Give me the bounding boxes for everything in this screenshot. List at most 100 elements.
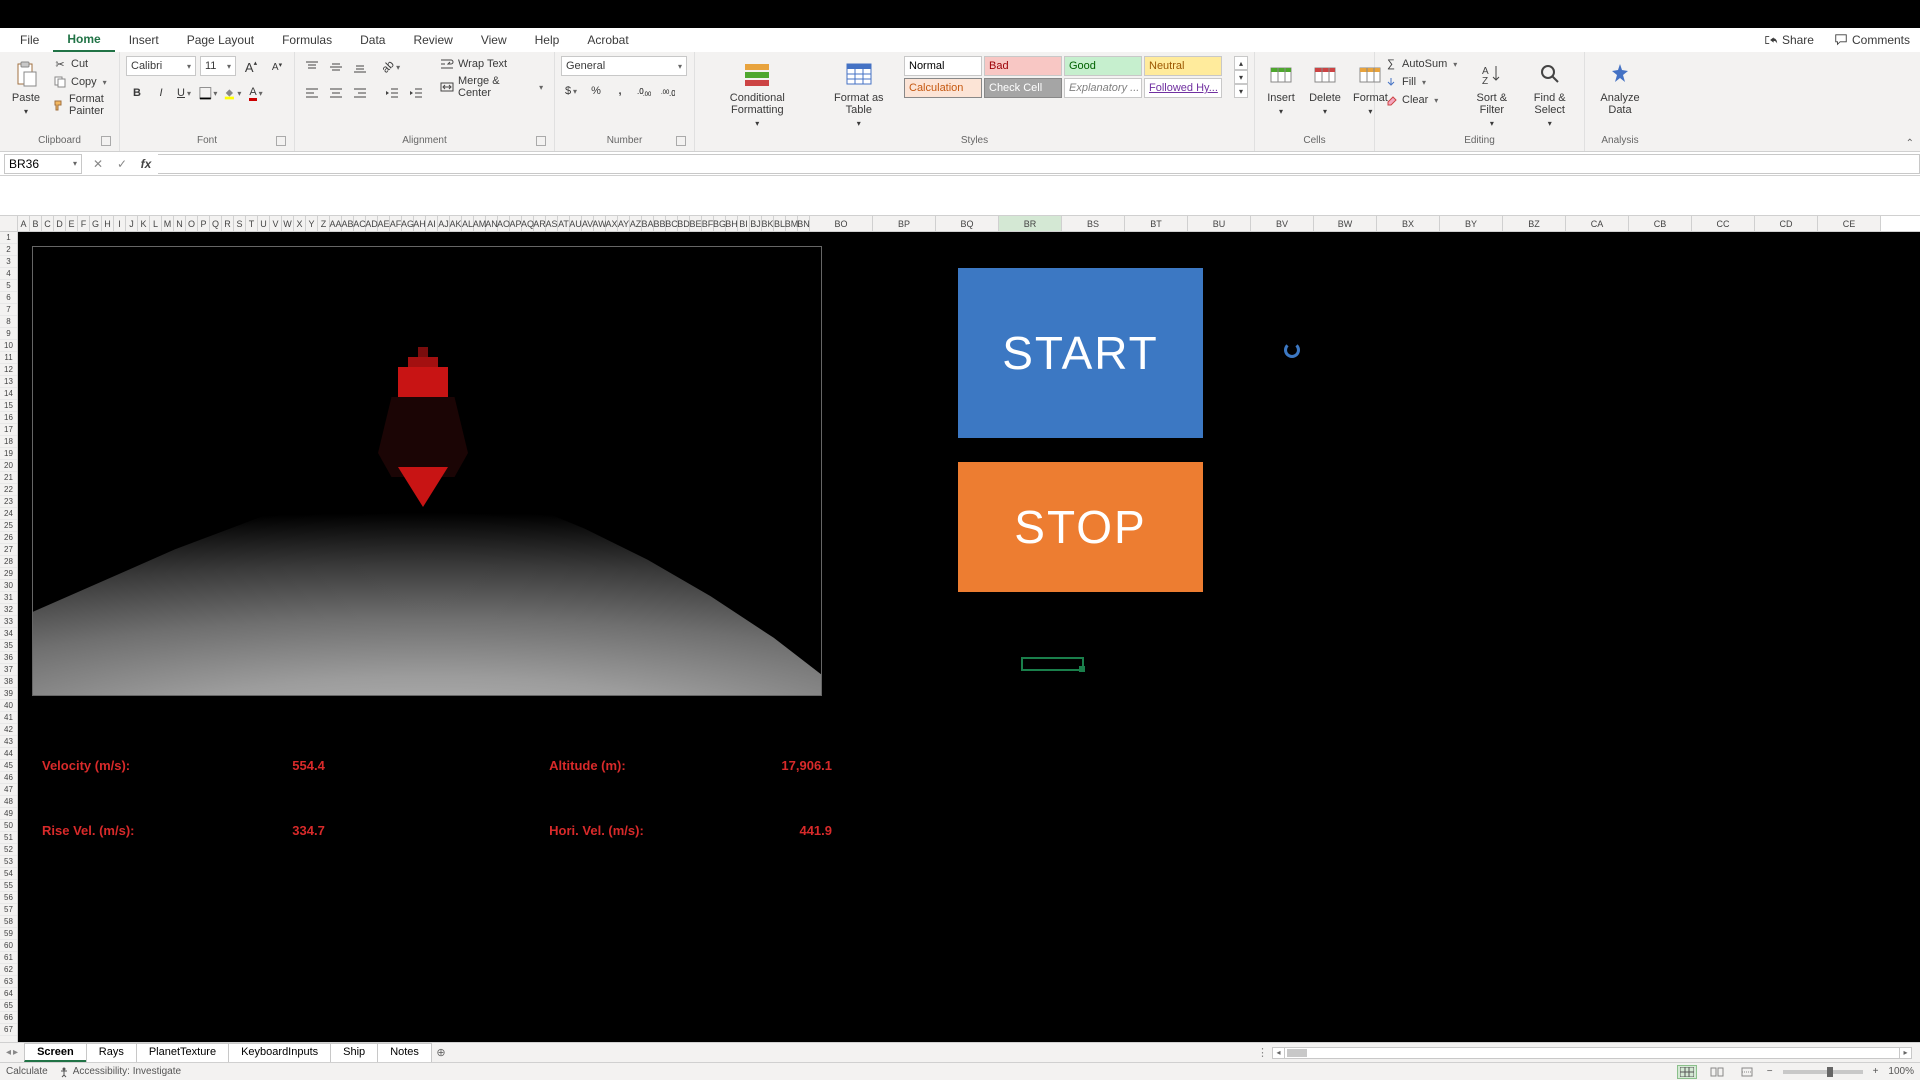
fill-color-button[interactable]: ▾: [222, 82, 244, 104]
row-header[interactable]: 23: [0, 496, 17, 508]
column-header[interactable]: BW: [1314, 216, 1377, 231]
style-cell[interactable]: Normal: [904, 56, 982, 76]
row-header[interactable]: 35: [0, 640, 17, 652]
row-header[interactable]: 19: [0, 448, 17, 460]
column-header[interactable]: BM: [786, 216, 798, 231]
column-header[interactable]: BH: [726, 216, 738, 231]
column-header[interactable]: K: [138, 216, 150, 231]
column-header[interactable]: C: [42, 216, 54, 231]
sheet-tab[interactable]: PlanetTexture: [136, 1043, 229, 1062]
row-header[interactable]: 51: [0, 832, 17, 844]
column-header[interactable]: G: [90, 216, 102, 231]
column-header[interactable]: AX: [606, 216, 618, 231]
tab-acrobat[interactable]: Acrobat: [573, 29, 642, 51]
column-header[interactable]: AU: [570, 216, 582, 231]
row-header[interactable]: 49: [0, 808, 17, 820]
view-page-break-button[interactable]: [1737, 1065, 1757, 1079]
row-header[interactable]: 47: [0, 784, 17, 796]
column-header[interactable]: AY: [618, 216, 630, 231]
row-header[interactable]: 43: [0, 736, 17, 748]
row-header[interactable]: 15: [0, 400, 17, 412]
insert-function-button[interactable]: fx: [134, 157, 158, 171]
column-header[interactable]: BD: [678, 216, 690, 231]
italic-button[interactable]: I: [150, 82, 172, 104]
column-header[interactable]: AM: [474, 216, 486, 231]
row-header[interactable]: 8: [0, 316, 17, 328]
sheet-nav-first[interactable]: ◂: [6, 1047, 11, 1058]
row-header[interactable]: 13: [0, 376, 17, 388]
row-header[interactable]: 48: [0, 796, 17, 808]
row-header[interactable]: 29: [0, 568, 17, 580]
column-header[interactable]: N: [174, 216, 186, 231]
style-cell[interactable]: Bad: [984, 56, 1062, 76]
tab-review[interactable]: Review: [399, 29, 466, 51]
font-name-combo[interactable]: Calibri▾: [126, 56, 196, 76]
column-header[interactable]: AO: [498, 216, 510, 231]
insert-cells-button[interactable]: Insert▾: [1261, 56, 1301, 120]
column-header[interactable]: I: [114, 216, 126, 231]
column-header[interactable]: BT: [1125, 216, 1188, 231]
new-sheet-button[interactable]: ⊕: [431, 1046, 451, 1059]
style-cell[interactable]: Explanatory ...: [1064, 78, 1142, 98]
column-header[interactable]: AA: [330, 216, 342, 231]
comma-format-button[interactable]: ,: [609, 80, 631, 102]
zoom-out-button[interactable]: −: [1767, 1066, 1773, 1077]
border-button[interactable]: ▾: [198, 82, 220, 104]
row-header[interactable]: 38: [0, 676, 17, 688]
row-header[interactable]: 25: [0, 520, 17, 532]
cancel-formula-button[interactable]: ✕: [86, 157, 110, 171]
row-header[interactable]: 61: [0, 952, 17, 964]
column-header[interactable]: Z: [318, 216, 330, 231]
style-cell[interactable]: Calculation: [904, 78, 982, 98]
tab-insert[interactable]: Insert: [115, 29, 173, 51]
column-header[interactable]: M: [162, 216, 174, 231]
align-top-button[interactable]: [301, 56, 323, 78]
column-header[interactable]: BS: [1062, 216, 1125, 231]
column-header[interactable]: Q: [210, 216, 222, 231]
column-header[interactable]: B: [30, 216, 42, 231]
horizontal-scrollbar[interactable]: ◂▸: [1272, 1047, 1912, 1059]
column-header[interactable]: BJ: [750, 216, 762, 231]
autosum-button[interactable]: ∑AutoSum▾: [1381, 56, 1462, 72]
row-header[interactable]: 22: [0, 484, 17, 496]
gallery-down-button[interactable]: ▾: [1234, 70, 1248, 84]
comments-button[interactable]: Comments: [1824, 30, 1920, 50]
row-header[interactable]: 57: [0, 904, 17, 916]
column-header[interactable]: D: [54, 216, 66, 231]
column-header[interactable]: AD: [366, 216, 378, 231]
tab-home[interactable]: Home: [53, 28, 114, 52]
column-header[interactable]: CD: [1755, 216, 1818, 231]
row-header[interactable]: 14: [0, 388, 17, 400]
worksheet-grid[interactable]: 1234567891011121314151617181920212223242…: [0, 232, 1920, 1042]
column-header[interactable]: T: [246, 216, 258, 231]
select-all-corner[interactable]: [0, 216, 18, 231]
font-color-button[interactable]: A▾: [246, 82, 268, 104]
column-header[interactable]: X: [294, 216, 306, 231]
column-header[interactable]: AZ: [630, 216, 642, 231]
column-header[interactable]: BX: [1377, 216, 1440, 231]
font-size-combo[interactable]: 11▾: [200, 56, 236, 76]
clipboard-launcher[interactable]: [101, 136, 111, 146]
column-header[interactable]: BR: [999, 216, 1062, 231]
shrink-font-button[interactable]: A▾: [266, 56, 288, 78]
enter-formula-button[interactable]: ✓: [110, 157, 134, 171]
gallery-more-button[interactable]: ▾: [1234, 84, 1248, 98]
column-header[interactable]: CB: [1629, 216, 1692, 231]
column-header[interactable]: BK: [762, 216, 774, 231]
clear-button[interactable]: Clear▾: [1381, 92, 1462, 108]
sheet-nav-last[interactable]: ▸: [13, 1047, 18, 1058]
increase-decimal-button[interactable]: .0.00: [633, 80, 655, 102]
style-cell[interactable]: Neutral: [1144, 56, 1222, 76]
column-header[interactable]: BO: [810, 216, 873, 231]
column-header[interactable]: BE: [690, 216, 702, 231]
zoom-level[interactable]: 100%: [1888, 1066, 1914, 1077]
row-header[interactable]: 62: [0, 964, 17, 976]
decrease-indent-button[interactable]: [381, 82, 403, 104]
column-header[interactable]: R: [222, 216, 234, 231]
row-header[interactable]: 53: [0, 856, 17, 868]
font-launcher[interactable]: [276, 136, 286, 146]
column-header[interactable]: W: [282, 216, 294, 231]
tab-help[interactable]: Help: [521, 29, 574, 51]
column-header[interactable]: J: [126, 216, 138, 231]
row-header[interactable]: 3: [0, 256, 17, 268]
